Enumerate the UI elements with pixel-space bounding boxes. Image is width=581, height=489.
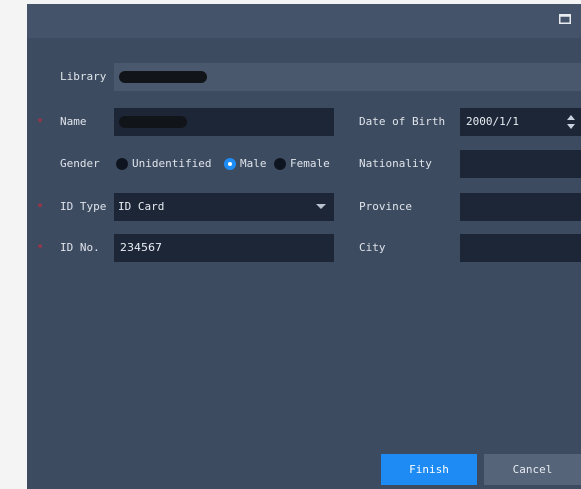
required-asterisk-icon: *: [37, 243, 44, 254]
dob-value: 2000/1/1: [466, 115, 519, 128]
id-no-input[interactable]: 234567: [114, 234, 334, 262]
gender-radio-female[interactable]: [274, 158, 286, 170]
library-field: [114, 63, 581, 91]
library-label: Library: [60, 70, 107, 83]
spin-down-icon[interactable]: [567, 124, 575, 129]
chevron-down-icon: [316, 204, 326, 209]
id-type-label: ID Type: [60, 200, 107, 213]
province-input[interactable]: [460, 193, 581, 221]
dob-input[interactable]: 2000/1/1: [460, 108, 581, 136]
gender-radio-male[interactable]: [224, 158, 236, 170]
gender-radio-unidentified[interactable]: [116, 158, 128, 170]
province-label: Province: [359, 200, 412, 213]
dialog-titlebar: [27, 4, 581, 38]
id-no-value: 234567: [120, 241, 162, 254]
gender-label: Gender: [60, 157, 100, 170]
nationality-input[interactable]: [460, 150, 581, 178]
maximize-icon[interactable]: [559, 14, 571, 26]
id-type-value: ID Card: [118, 200, 165, 213]
nationality-label: Nationality: [359, 157, 432, 170]
id-no-label: ID No.: [60, 241, 100, 254]
cancel-button[interactable]: Cancel: [484, 454, 581, 485]
name-input[interactable]: [114, 108, 334, 136]
id-type-select[interactable]: ID Card: [114, 193, 334, 221]
add-person-dialog: Library * Name Date of Birth 2000/1/1 Ge…: [27, 4, 581, 489]
spin-up-icon[interactable]: [567, 115, 575, 120]
dob-label: Date of Birth: [359, 115, 446, 128]
name-label: Name: [60, 115, 87, 128]
gender-option-unidentified-label[interactable]: Unidentified: [132, 150, 211, 178]
gender-option-female-label[interactable]: Female: [290, 150, 330, 178]
required-asterisk-icon: *: [37, 117, 44, 128]
gender-option-male-label[interactable]: Male: [240, 150, 267, 178]
dialog-body: Library * Name Date of Birth 2000/1/1 Ge…: [27, 38, 581, 458]
redacted-name: [119, 116, 187, 128]
required-asterisk-icon: *: [37, 202, 44, 213]
finish-button[interactable]: Finish: [381, 454, 477, 485]
city-label: City: [359, 241, 386, 254]
redacted-library-name: [119, 71, 207, 83]
city-input[interactable]: [460, 234, 581, 262]
